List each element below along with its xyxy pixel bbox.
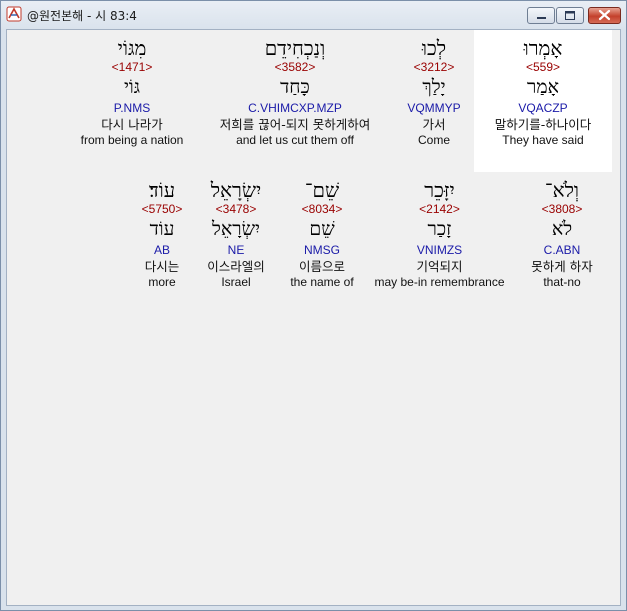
strong-number[interactable]: <1471> xyxy=(67,60,197,75)
korean-gloss: 못하게 하자 xyxy=(531,259,593,274)
parsing-code: NMSG xyxy=(304,243,340,257)
hebrew-word: עוֹד׃ xyxy=(148,178,176,202)
english-gloss: Come xyxy=(417,133,450,147)
strong-number[interactable]: <3808> xyxy=(512,202,612,217)
korean-gloss: 기억되지 xyxy=(416,259,463,274)
parsing-code: VNIMZS xyxy=(416,243,463,257)
parsing-code: VQMMYP xyxy=(407,101,461,115)
word-block[interactable]: יִשְׂרָאֵל <3478> יִשְׂרָאֵל NE 이스라엘의 Is… xyxy=(197,178,275,289)
english-gloss: that-no xyxy=(543,275,581,289)
english-gloss: They have said xyxy=(502,133,584,147)
parsing-code: NE xyxy=(227,243,245,257)
hebrew-word: אָמְרוּ xyxy=(523,36,563,60)
word-block[interactable]: וְנַכְחִידֵם <3582> כָּחַד C.VHIMCXP.MZP… xyxy=(197,36,393,147)
hebrew-bible-app-icon xyxy=(6,6,22,22)
hebrew-word: שֵׁם־ xyxy=(304,178,340,202)
korean-gloss: 이름으로 xyxy=(298,259,345,274)
hebrew-word: יִזָּכֵר xyxy=(424,178,455,202)
korean-gloss: 말하기를-하나이다 xyxy=(494,117,592,132)
word-block[interactable]: שֵׁם־ <8034> שֵׁם NMSG 이름으로 the name of xyxy=(282,178,362,289)
minimize-icon xyxy=(537,17,546,19)
english-gloss: from being a nation xyxy=(80,133,184,147)
hebrew-word: מִגּוֹי xyxy=(117,36,147,60)
english-gloss: may be-in remembrance xyxy=(374,275,505,289)
maximize-icon xyxy=(565,11,575,20)
korean-gloss: 가서 xyxy=(422,117,446,132)
english-gloss: Israel xyxy=(221,275,251,289)
hebrew-word: וְלֹא־ xyxy=(544,178,580,202)
parsing-code: C.VHIMCXP.MZP xyxy=(248,101,342,115)
window-title: @원전본해 - 시 83:4 xyxy=(27,9,137,23)
hebrew-lemma: גּוֹי xyxy=(123,76,141,98)
word-block[interactable]: מִגּוֹי <1471> גּוֹי P.NMS 다시 나라가 from b… xyxy=(67,36,197,147)
word-block-selected[interactable]: אָמְרוּ <559> אָמַר VQACZP 말하기를-하나이다 The… xyxy=(474,30,612,172)
hebrew-lemma: אָמַר xyxy=(527,76,559,98)
interlinear-pane[interactable]: מִגּוֹי <1471> גּוֹי P.NMS 다시 나라가 from b… xyxy=(6,29,621,606)
korean-gloss: 다시는 xyxy=(144,259,180,274)
hebrew-word: לְכוּ xyxy=(421,36,447,60)
strong-number[interactable]: <2142> xyxy=(367,202,512,217)
hebrew-word: וְנַכְחִידֵם xyxy=(264,36,326,60)
minimize-button[interactable] xyxy=(527,7,555,24)
korean-gloss: 이스라엘의 xyxy=(207,259,265,274)
app-window: @원전본해 - 시 83:4 מִגּוֹי <1471> גּוֹי P.NM… xyxy=(0,0,627,611)
parsing-code: P.NMS xyxy=(113,101,151,115)
strong-number[interactable]: <3212> xyxy=(394,60,474,75)
hebrew-lemma: שֵׁם xyxy=(309,218,335,240)
strong-number[interactable]: <8034> xyxy=(282,202,362,217)
strong-number[interactable]: <559> xyxy=(474,60,612,75)
strong-number[interactable]: <3478> xyxy=(197,202,275,217)
word-block[interactable]: וְלֹא־ <3808> לֹא C.ABN 못하게 하자 that-no xyxy=(512,178,612,289)
hebrew-lemma: יָלַךְ xyxy=(422,76,446,98)
english-gloss: the name of xyxy=(290,275,354,289)
word-block[interactable]: עוֹד׃ <5750> עוֹד AB 다시는 more xyxy=(127,178,197,289)
parsing-code: AB xyxy=(153,243,170,257)
english-gloss: and let us cut them off xyxy=(236,133,354,147)
title-bar[interactable]: @원전본해 - 시 83:4 xyxy=(1,1,626,29)
close-button[interactable] xyxy=(588,7,621,24)
parsing-code: VQACZP xyxy=(518,101,568,115)
maximize-button[interactable] xyxy=(556,7,584,24)
korean-gloss: 다시 나라가 xyxy=(101,117,163,132)
hebrew-lemma: לֹא xyxy=(551,218,573,240)
hebrew-lemma: עוֹד xyxy=(149,218,175,240)
korean-gloss: 저희를 끊어-되지 못하게하여 xyxy=(219,117,371,132)
strong-number[interactable]: <3582> xyxy=(197,60,393,75)
close-icon xyxy=(598,9,611,21)
word-block[interactable]: לְכוּ <3212> יָלַךְ VQMMYP 가서 Come xyxy=(394,36,474,147)
parsing-code: C.ABN xyxy=(543,243,581,257)
hebrew-lemma: זָכַר xyxy=(427,218,452,240)
hebrew-word: יִשְׂרָאֵל xyxy=(210,178,262,202)
hebrew-lemma: יִשְׂרָאֵל xyxy=(211,218,261,240)
strong-number[interactable]: <5750> xyxy=(127,202,197,217)
hebrew-lemma: כָּחַד xyxy=(280,76,310,98)
english-gloss: more xyxy=(148,275,176,289)
word-block[interactable]: יִזָּכֵר <2142> זָכַר VNIMZS 기억되지 may be… xyxy=(367,178,512,289)
